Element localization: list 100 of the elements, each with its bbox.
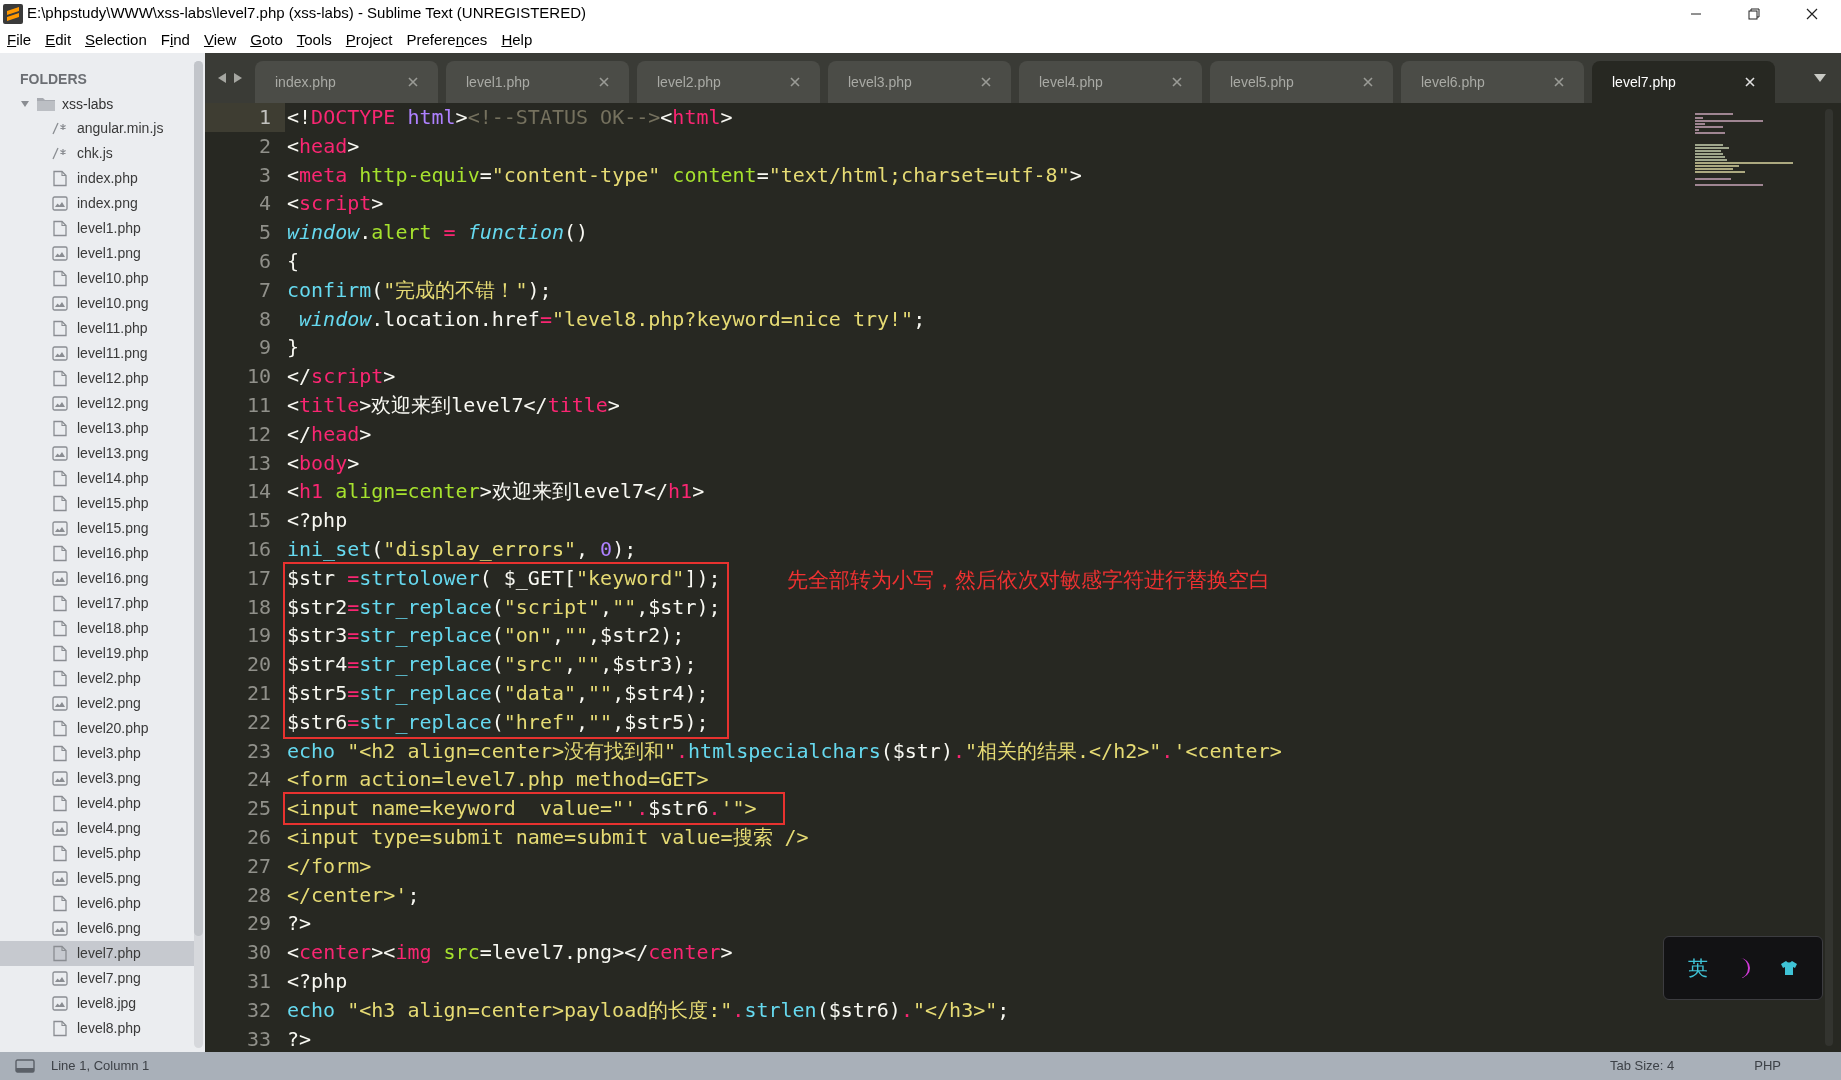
menu-item[interactable]: Tools bbox=[289, 27, 339, 53]
image-file-icon bbox=[52, 971, 68, 986]
menu-item[interactable]: File bbox=[0, 27, 39, 53]
disclosure-triangle-icon[interactable] bbox=[20, 99, 30, 109]
menu-item[interactable]: Project bbox=[338, 27, 400, 53]
folder-name[interactable]: xss-labs bbox=[62, 93, 114, 115]
menu-item[interactable]: Preferences bbox=[399, 27, 495, 53]
sidebar-item[interactable]: level16.png bbox=[0, 566, 194, 591]
code-line: <?php bbox=[287, 507, 349, 535]
code-line: ?> bbox=[287, 910, 313, 938]
sidebar-item[interactable]: level2.php bbox=[0, 666, 194, 691]
file-icon bbox=[52, 895, 68, 912]
sidebar-item[interactable]: level4.png bbox=[0, 816, 194, 841]
editor-tab[interactable]: level3.php bbox=[828, 61, 1011, 103]
sidebar-item[interactable]: level13.php bbox=[0, 416, 194, 441]
line-number: 30 bbox=[245, 939, 272, 967]
sidebar-item[interactable]: level11.png bbox=[0, 341, 194, 366]
sidebar-item[interactable]: level3.png bbox=[0, 766, 194, 791]
code-line: ini_set("display_errors", 0); bbox=[287, 535, 638, 563]
sidebar-item[interactable]: level3.php bbox=[0, 741, 194, 766]
editor-tab[interactable]: level7.php bbox=[1592, 61, 1775, 103]
sidebar-item[interactable]: level6.php bbox=[0, 891, 194, 916]
file-icon bbox=[52, 795, 68, 812]
editor-tab[interactable]: level1.php bbox=[446, 61, 629, 103]
sidebar-item[interactable]: level18.php bbox=[0, 616, 194, 641]
sidebar-item[interactable]: level6.png bbox=[0, 916, 194, 941]
file-icon bbox=[52, 495, 68, 512]
line-number: 28 bbox=[245, 881, 272, 909]
annotation-note: 先全部转为小写，然后依次对敏感字符进行替换空白 bbox=[786, 566, 1270, 594]
file-icon bbox=[52, 645, 68, 662]
editor-tab[interactable]: level2.php bbox=[637, 61, 820, 103]
sidebar-item[interactable]: level12.png bbox=[0, 391, 194, 416]
shirt-icon[interactable] bbox=[1780, 960, 1798, 976]
editor-tab[interactable]: index.php bbox=[255, 61, 438, 103]
sidebar-item[interactable]: level20.php bbox=[0, 716, 194, 741]
sidebar-item[interactable]: level19.php bbox=[0, 641, 194, 666]
restore-icon[interactable] bbox=[1748, 7, 1760, 20]
scrollbar-thumb[interactable] bbox=[194, 61, 203, 936]
sidebar-item[interactable]: chk.js bbox=[0, 141, 194, 166]
sidebar-item[interactable]: level10.php bbox=[0, 266, 194, 291]
sidebar-item[interactable]: level10.png bbox=[0, 291, 194, 316]
ime-language-indicator[interactable]: 英 bbox=[1688, 953, 1708, 983]
code-line: <?php bbox=[287, 967, 349, 995]
file-icon bbox=[52, 845, 68, 862]
image-file-icon bbox=[52, 246, 68, 261]
line-number: 19 bbox=[245, 622, 272, 650]
menu-item[interactable]: Edit bbox=[38, 27, 79, 53]
sidebar-item[interactable]: index.png bbox=[0, 191, 194, 216]
sidebar-item[interactable]: level15.php bbox=[0, 491, 194, 516]
tab-left-arrow-icon[interactable] bbox=[217, 72, 227, 84]
code-line: </script> bbox=[287, 363, 397, 391]
image-file-icon bbox=[52, 996, 68, 1011]
line-number: 27 bbox=[245, 852, 272, 880]
sidebar-item[interactable]: level17.php bbox=[0, 591, 194, 616]
code-line: ?> bbox=[287, 1025, 313, 1053]
editor-tab[interactable]: level5.php bbox=[1210, 61, 1393, 103]
sidebar-item[interactable]: level5.php bbox=[0, 841, 194, 866]
sidebar-item[interactable]: level8.php bbox=[0, 1016, 194, 1041]
tab-right-arrow-icon[interactable] bbox=[233, 72, 243, 84]
line-number: 5 bbox=[257, 219, 272, 247]
sidebar-item[interactable]: level5.png bbox=[0, 866, 194, 891]
tab-size-setting[interactable]: Tab Size: 4 bbox=[1609, 1056, 1675, 1076]
editor-tab[interactable]: level4.php bbox=[1019, 61, 1202, 103]
sidebar-item[interactable]: level12.php bbox=[0, 366, 194, 391]
code-line: echo "<h2 align=center>没有找到和".htmlspecialchars($str)."相关的结果.</h2>".'<center> bbox=[287, 737, 1283, 765]
sidebar-item[interactable]: level7.php bbox=[0, 941, 194, 966]
sidebar-item[interactable]: level16.php bbox=[0, 541, 194, 566]
image-file-icon bbox=[52, 771, 68, 786]
sidebar-item[interactable]: level13.png bbox=[0, 441, 194, 466]
dropdown-arrow-icon[interactable] bbox=[1813, 73, 1827, 83]
menu-item[interactable]: Selection bbox=[78, 27, 154, 53]
sidebar-item[interactable]: level14.php bbox=[0, 466, 194, 491]
code-line: $str4=str_replace("src","",$str3); bbox=[283, 650, 729, 679]
code-line: <title>欢迎来到level7</title> bbox=[287, 391, 621, 419]
sidebar-item[interactable]: level2.png bbox=[0, 691, 194, 716]
sidebar-item[interactable]: level7.png bbox=[0, 966, 194, 991]
sidebar-item[interactable]: level8.jpg bbox=[0, 991, 194, 1016]
sidebar-item[interactable]: level11.php bbox=[0, 316, 194, 341]
sidebar-item[interactable]: level1.png bbox=[0, 241, 194, 266]
close-icon[interactable] bbox=[1806, 7, 1818, 20]
sidebar-item[interactable]: level1.php bbox=[0, 216, 194, 241]
menu-item[interactable]: Help bbox=[494, 27, 540, 53]
editor-tab[interactable]: level6.php bbox=[1401, 61, 1584, 103]
line-number: 21 bbox=[245, 679, 272, 707]
image-file-icon bbox=[52, 571, 68, 586]
line-number: 2 bbox=[257, 132, 272, 160]
line-number: 15 bbox=[245, 507, 272, 535]
panel-toggle-icon[interactable] bbox=[15, 1059, 35, 1073]
code-line: $str3=str_replace("on","",$str2); bbox=[283, 621, 729, 651]
sidebar-heading: FOLDERS bbox=[20, 70, 87, 89]
sidebar-item[interactable]: angular.min.js bbox=[0, 116, 194, 141]
sidebar-item[interactable]: index.php bbox=[0, 166, 194, 191]
image-file-icon bbox=[52, 346, 68, 361]
menu-item[interactable]: Goto bbox=[243, 27, 290, 53]
menu-item[interactable]: View bbox=[196, 27, 244, 53]
sidebar-item[interactable]: level4.php bbox=[0, 791, 194, 816]
menu-item[interactable]: Find bbox=[153, 27, 197, 53]
sidebar-item[interactable]: level15.png bbox=[0, 516, 194, 541]
syntax-setting[interactable]: PHP bbox=[1754, 1056, 1781, 1076]
image-file-icon bbox=[52, 396, 68, 411]
